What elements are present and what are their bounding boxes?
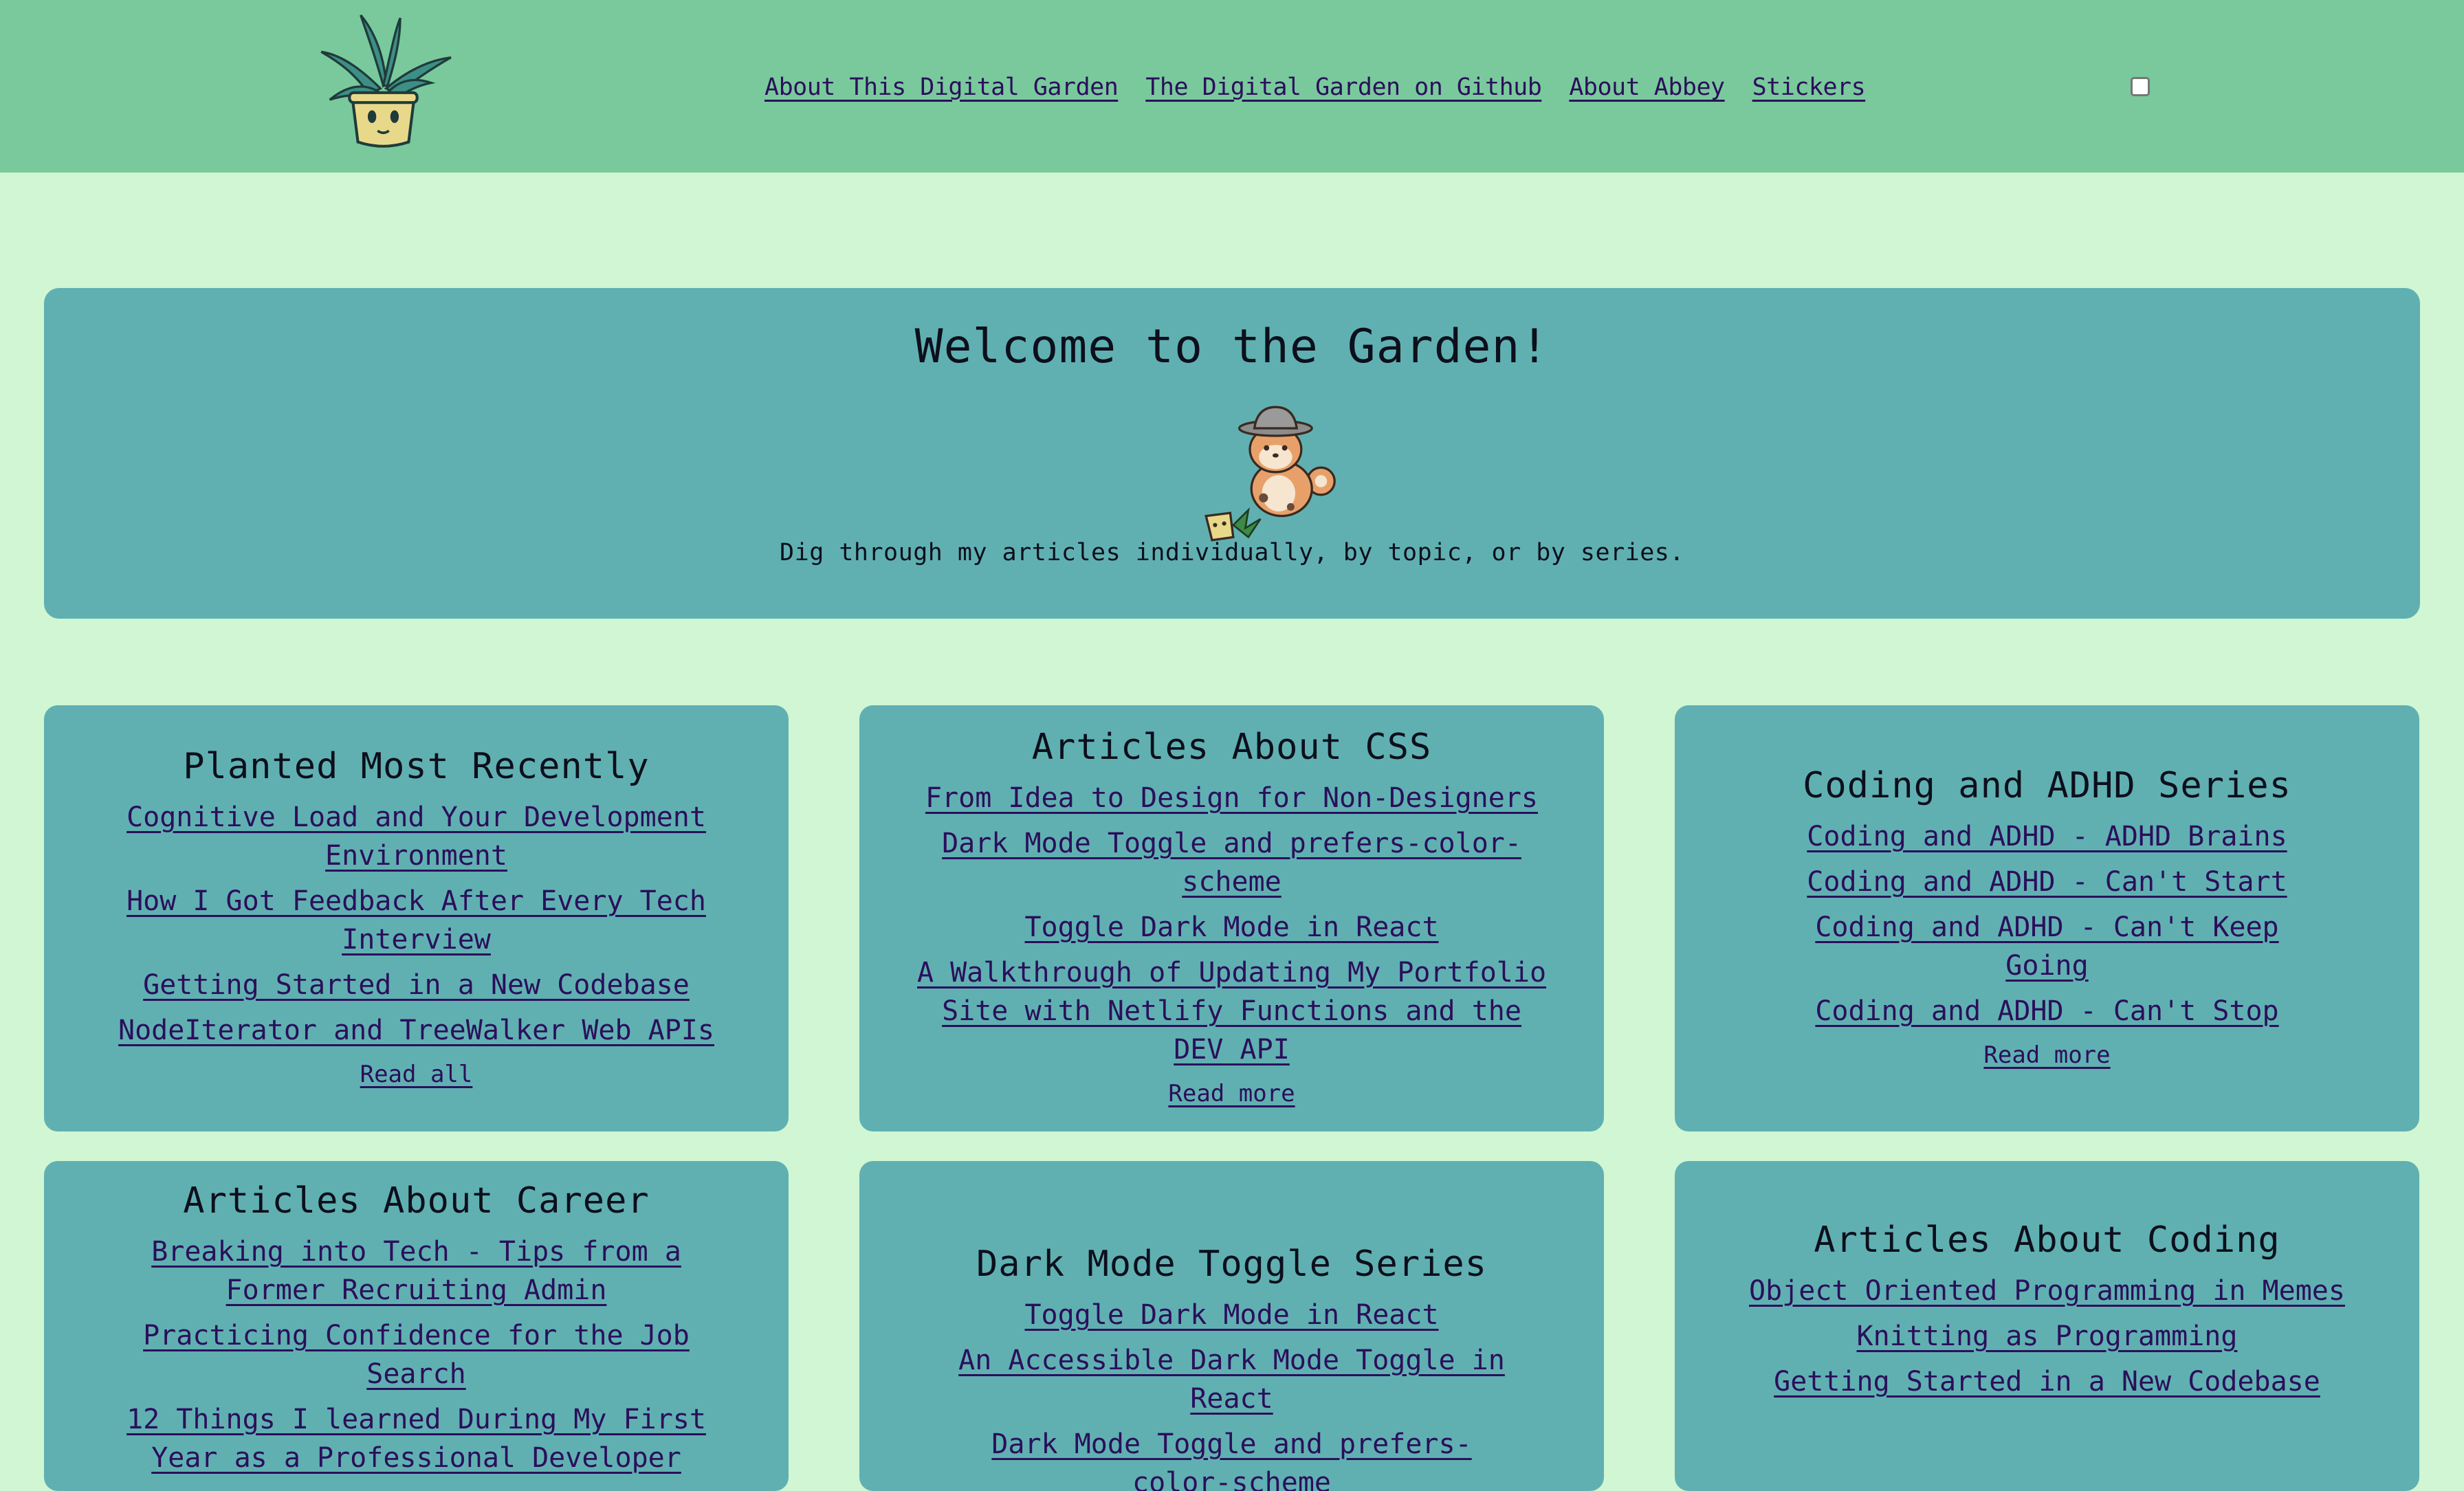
article-link[interactable]: 12 Things I learned During My First Year… xyxy=(97,1400,736,1477)
article-link[interactable]: Object Oriented Programming in Memes xyxy=(1749,1272,2345,1310)
welcome-hero: Welcome to the Garden! Dig through my ar… xyxy=(44,288,2420,619)
read-more-link[interactable]: Read more xyxy=(1168,1077,1295,1110)
card-articles-coding: Articles About Coding Object Oriented Pr… xyxy=(1675,1161,2419,1491)
article-link[interactable]: Toggle Dark Mode in React xyxy=(1024,1296,1438,1334)
article-link[interactable]: From Idea to Design for Non-Designers xyxy=(925,779,1538,817)
card-title: Dark Mode Toggle Series xyxy=(976,1244,1488,1285)
article-link[interactable]: Toggle Dark Mode in React xyxy=(1024,908,1438,947)
article-link[interactable]: Dark Mode Toggle and prefers-color-schem… xyxy=(912,824,1552,901)
card-title: Planted Most Recently xyxy=(183,746,650,787)
article-link[interactable]: Coding and ADHD - Can't Stop xyxy=(1815,992,2278,1030)
card-dark-mode-series: Dark Mode Toggle Series Toggle Dark Mode… xyxy=(859,1161,1604,1491)
card-link-list: Toggle Dark Mode in React An Accessible … xyxy=(887,1296,1576,1491)
card-link-list: From Idea to Design for Non-Designers Da… xyxy=(887,779,1576,1069)
card-link-list: Cognitive Load and Your Development Envi… xyxy=(72,798,761,1050)
card-coding-adhd-series: Coding and ADHD Series Coding and ADHD -… xyxy=(1675,705,2419,1131)
article-link[interactable]: An Accessible Dark Mode Toggle in React xyxy=(912,1341,1552,1418)
card-title: Articles About Career xyxy=(183,1180,650,1222)
card-title: Articles About Coding xyxy=(1814,1219,2280,1261)
shiba-gardener-mascot-icon xyxy=(1204,406,1336,542)
nav-link-about-abbey[interactable]: About Abbey xyxy=(1569,67,1725,108)
read-all-link[interactable]: Read all xyxy=(360,1058,473,1091)
article-link[interactable]: NodeIterator and TreeWalker Web APIs xyxy=(118,1011,714,1050)
article-link[interactable]: Coding and ADHD - ADHD Brains xyxy=(1807,817,2287,856)
article-link[interactable]: Knitting as Programming xyxy=(1857,1317,2238,1356)
article-link[interactable]: Dark Mode Toggle and prefers-color-schem… xyxy=(950,1425,1514,1491)
main-nav: About This Digital Garden The Digital Ga… xyxy=(764,67,1866,108)
article-link[interactable]: How I Got Feedback After Every Tech Inte… xyxy=(97,882,736,959)
nav-link-about-garden[interactable]: About This Digital Garden xyxy=(764,67,1119,108)
card-planted-recently: Planted Most Recently Cognitive Load and… xyxy=(44,705,789,1131)
potted-plant-logo-icon[interactable] xyxy=(313,12,454,153)
card-title: Articles About CSS xyxy=(1031,727,1432,768)
card-title: Coding and ADHD Series xyxy=(1803,765,2291,806)
article-link[interactable]: Getting Started in a New Codebase xyxy=(1774,1362,2320,1401)
article-link[interactable]: A Walkthrough of Updating My Portfolio S… xyxy=(912,953,1552,1069)
article-link[interactable]: Cognitive Load and Your Development Envi… xyxy=(97,798,736,875)
nav-link-stickers[interactable]: Stickers xyxy=(1752,67,1866,108)
card-articles-css: Articles About CSS From Idea to Design f… xyxy=(859,705,1604,1131)
article-link[interactable]: Coding and ADHD - Can't Start xyxy=(1807,863,2287,901)
card-link-list: Coding and ADHD - ADHD Brains Coding and… xyxy=(1702,817,2392,1030)
article-link[interactable]: Getting Started in a New Codebase xyxy=(143,966,690,1004)
article-link[interactable]: Practicing Confidence for the Job Search xyxy=(97,1316,736,1393)
card-link-list: Object Oriented Programming in Memes Kni… xyxy=(1702,1272,2392,1401)
article-link[interactable]: Breaking into Tech - Tips from a Former … xyxy=(97,1233,736,1310)
card-articles-career: Articles About Career Breaking into Tech… xyxy=(44,1161,789,1491)
card-link-list: Breaking into Tech - Tips from a Former … xyxy=(72,1233,761,1477)
hero-subtitle: Dig through my articles individually, by… xyxy=(780,539,1684,566)
article-link[interactable]: Coding and ADHD - Can't Keep Going xyxy=(1814,908,2281,985)
theme-toggle-checkbox[interactable] xyxy=(2131,77,2150,96)
page-title: Welcome to the Garden! xyxy=(914,320,1550,374)
read-more-link[interactable]: Read more xyxy=(1983,1039,2110,1072)
site-header: About This Digital Garden The Digital Ga… xyxy=(0,0,2464,173)
nav-link-github[interactable]: The Digital Garden on Github xyxy=(1145,67,1542,108)
